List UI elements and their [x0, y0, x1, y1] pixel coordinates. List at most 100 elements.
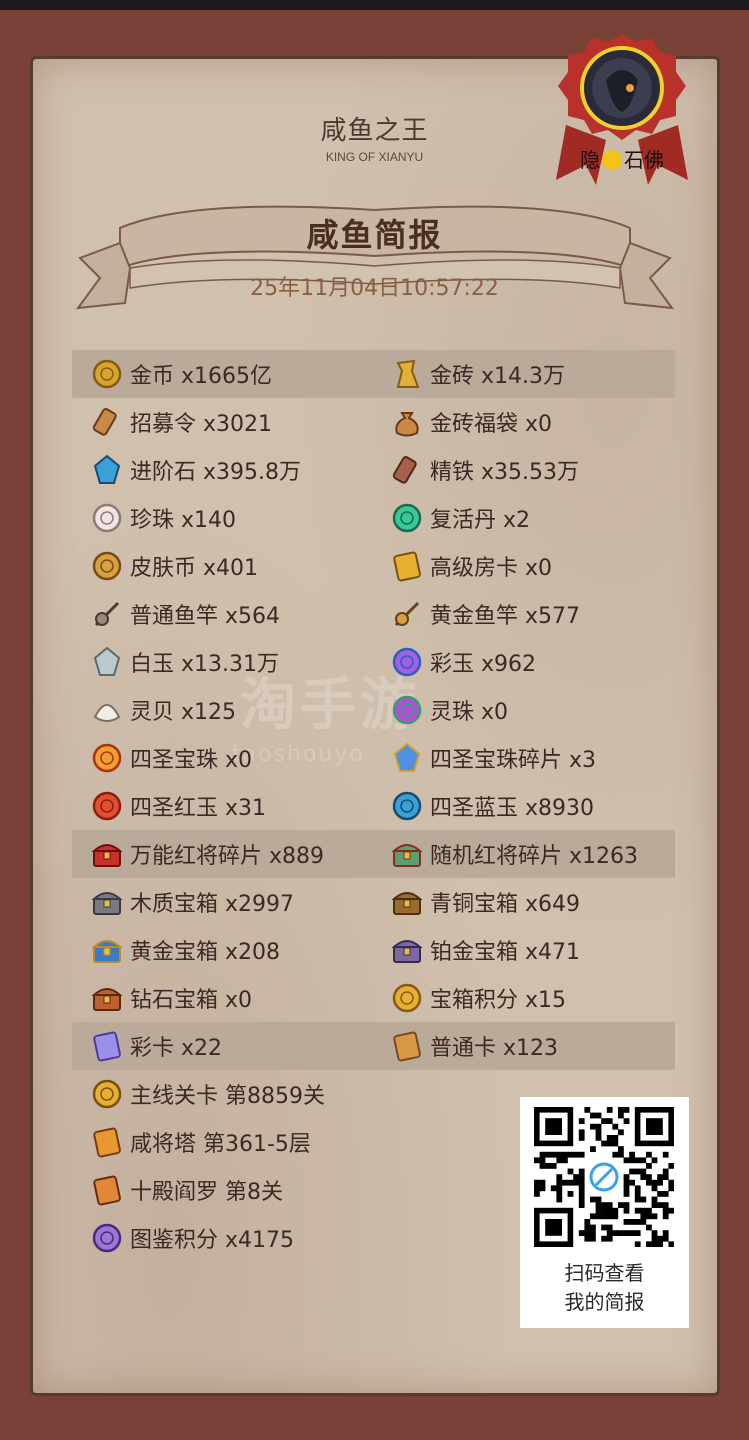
resource-label: 复活丹 x2	[430, 508, 531, 533]
resource-label: 金币 x1665亿	[130, 364, 273, 389]
resource-row: 皮肤币 x401 高级房卡 x0	[72, 542, 675, 590]
resource-item: 金砖 x14.3万	[390, 350, 565, 398]
resource-label: 灵珠 x0	[430, 700, 509, 725]
resource-label: 钻石宝箱 x0	[130, 988, 253, 1013]
resource-label: 宝箱积分 x15	[430, 988, 567, 1013]
resource-label: 咸将塔 第361-5层	[130, 1132, 311, 1157]
resource-item: 普通鱼竿 x564	[90, 590, 280, 638]
resource-row: 白玉 x13.31万 彩玉 x962	[72, 638, 675, 686]
resource-row: 万能红将碎片 x889 随机红将碎片 x1263	[72, 830, 675, 878]
resource-row: 木质宝箱 x2997 青铜宝箱 x649	[72, 878, 675, 926]
resource-label: 珍珠 x140	[130, 508, 237, 533]
resource-label: 木质宝箱 x2997	[130, 892, 295, 917]
resource-row: 四圣宝珠 x0 四圣宝珠碎片 x3	[72, 734, 675, 782]
resource-label: 十殿阎罗 第8关	[130, 1180, 283, 1205]
rainbow-jade-icon	[390, 645, 424, 679]
gold-coin-icon	[90, 357, 124, 391]
resource-label: 普通鱼竿 x564	[130, 604, 281, 629]
resource-label: 黄金宝箱 x208	[130, 940, 281, 965]
resource-item: 金币 x1665亿	[90, 350, 272, 398]
resource-item: 青铜宝箱 x649	[390, 878, 580, 926]
resource-item: 高级房卡 x0	[390, 542, 552, 590]
room-card-icon	[390, 549, 424, 583]
resource-label: 普通卡 x123	[430, 1036, 559, 1061]
red-jade-icon	[90, 789, 124, 823]
resource-item: 四圣宝珠 x0	[90, 734, 252, 782]
qr-caption: 扫码查看 我的简报	[520, 1259, 689, 1317]
red-general-shard-icon	[90, 837, 124, 871]
player-name-right: 石佛	[624, 148, 664, 172]
lucky-bag-icon	[390, 405, 424, 439]
diamond-chest-icon	[90, 981, 124, 1015]
yama-icon	[90, 1173, 124, 1207]
resource-label: 金砖福袋 x0	[430, 412, 553, 437]
spirit-pearl-icon	[390, 693, 424, 727]
fishing-rod-icon	[90, 597, 124, 631]
resource-item: 钻石宝箱 x0	[90, 974, 252, 1022]
resource-item: 复活丹 x2	[390, 494, 530, 542]
resource-label: 四圣宝珠碎片 x3	[430, 748, 597, 773]
resource-label: 青铜宝箱 x649	[430, 892, 581, 917]
gold-brick-icon	[390, 357, 424, 391]
pearl-icon	[90, 501, 124, 535]
resource-item: 精铁 x35.53万	[390, 446, 579, 494]
white-jade-icon	[90, 645, 124, 679]
resource-label: 铂金宝箱 x471	[430, 940, 581, 965]
resource-label: 招募令 x3021	[130, 412, 273, 437]
resource-item: 主线关卡 第8859关	[90, 1070, 325, 1118]
orb-shard-icon	[390, 741, 424, 775]
resource-label: 白玉 x13.31万	[130, 652, 279, 677]
status-bar	[0, 0, 749, 10]
resource-label: 进阶石 x395.8万	[130, 460, 301, 485]
codex-icon	[90, 1221, 124, 1255]
qr-caption-line2: 我的简报	[564, 1290, 645, 1314]
resource-item: 灵贝 x125	[90, 686, 236, 734]
resource-label: 图鉴积分 x4175	[130, 1228, 295, 1253]
resource-item: 灵珠 x0	[390, 686, 508, 734]
resource-item: 金砖福袋 x0	[390, 398, 552, 446]
qr-caption-line1: 扫码查看	[564, 1261, 645, 1285]
normal-card-icon	[390, 1029, 424, 1063]
resource-row: 普通鱼竿 x564 黄金鱼竿 x577	[72, 590, 675, 638]
resource-label: 随机红将碎片 x1263	[430, 844, 639, 869]
gold-chest-icon	[90, 933, 124, 967]
resource-item: 黄金宝箱 x208	[90, 926, 280, 974]
resource-label: 金砖 x14.3万	[430, 364, 565, 389]
tower-icon	[90, 1125, 124, 1159]
recruit-token-icon	[90, 405, 124, 439]
advance-stone-icon	[90, 453, 124, 487]
random-shard-icon	[390, 837, 424, 871]
resource-item: 进阶石 x395.8万	[90, 446, 301, 494]
revive-pill-icon	[390, 501, 424, 535]
resource-item: 万能红将碎片 x889	[90, 830, 324, 878]
blue-jade-icon	[390, 789, 424, 823]
resource-item: 四圣红玉 x31	[90, 782, 266, 830]
resource-label: 四圣宝珠 x0	[130, 748, 253, 773]
resource-row: 金币 x1665亿 金砖 x14.3万	[72, 350, 675, 398]
color-card-icon	[90, 1029, 124, 1063]
resource-row: 钻石宝箱 x0 宝箱积分 x15	[72, 974, 675, 1022]
resource-label: 彩玉 x962	[430, 652, 537, 677]
resource-item: 随机红将碎片 x1263	[390, 830, 638, 878]
resource-item: 咸将塔 第361-5层	[90, 1118, 311, 1166]
resource-item: 彩玉 x962	[390, 638, 536, 686]
name-dot-icon	[602, 150, 622, 170]
qr-card[interactable]: 扫码查看 我的简报	[520, 1097, 689, 1328]
resource-row: 招募令 x3021 金砖福袋 x0	[72, 398, 675, 446]
resource-label: 四圣红玉 x31	[130, 796, 267, 821]
wood-chest-icon	[90, 885, 124, 919]
resource-item: 普通卡 x123	[390, 1022, 558, 1070]
refined-iron-icon	[390, 453, 424, 487]
resource-row: 珍珠 x140 复活丹 x2	[72, 494, 675, 542]
banner-title: 咸鱼简报	[306, 216, 443, 254]
resource-row: 彩卡 x22 普通卡 x123	[72, 1022, 675, 1070]
resource-item: 十殿阎罗 第8关	[90, 1166, 283, 1214]
qr-code-icon	[534, 1107, 674, 1247]
holy-orb-icon	[90, 741, 124, 775]
player-name: 隐石佛	[567, 144, 677, 173]
resource-label: 四圣蓝玉 x8930	[430, 796, 595, 821]
resource-label: 黄金鱼竿 x577	[430, 604, 581, 629]
platinum-chest-icon	[390, 933, 424, 967]
resource-row: 灵贝 x125 灵珠 x0	[72, 686, 675, 734]
resource-label: 皮肤币 x401	[130, 556, 259, 581]
